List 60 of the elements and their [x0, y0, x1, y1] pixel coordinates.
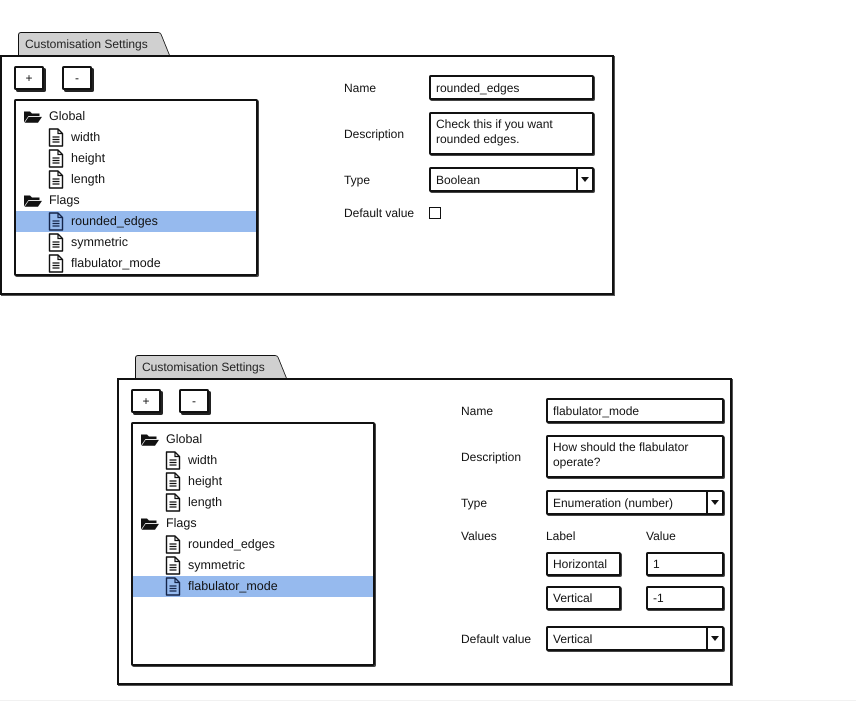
tree-item[interactable]: height: [133, 471, 373, 492]
document-icon: [48, 212, 64, 231]
tree-item[interactable]: flabulator_mode: [16, 253, 256, 274]
checkbox[interactable]: [429, 207, 441, 219]
tree-item[interactable]: width: [16, 127, 256, 148]
tree-item[interactable]: Flags: [133, 513, 373, 534]
document-icon: [165, 556, 181, 575]
tree-item[interactable]: height: [16, 148, 256, 169]
field-label: Description: [344, 126, 406, 142]
document-icon: [48, 233, 64, 252]
tree-item[interactable]: rounded_edges: [16, 211, 256, 232]
field-label: Values: [461, 528, 498, 545]
field-label: Default value: [461, 630, 532, 648]
dropdown[interactable]: Vertical: [546, 626, 724, 651]
tree-item[interactable]: width: [133, 450, 373, 471]
document-icon: [165, 577, 181, 596]
text-field[interactable]: rounded_edges: [429, 75, 594, 100]
field-label: Type: [344, 172, 372, 188]
text-area[interactable]: Check this if you want rounded edges.: [429, 112, 594, 155]
field-label: Default value: [344, 205, 416, 222]
field-label: Description: [461, 448, 522, 466]
column-header: Value: [646, 529, 677, 544]
field-label: Name: [344, 80, 378, 96]
document-icon: [165, 493, 181, 512]
dropdown[interactable]: Enumeration (number): [546, 490, 724, 515]
option-value-field[interactable]: -1: [646, 586, 724, 610]
panel-tab[interactable]: Customisation Settings: [18, 32, 170, 55]
document-icon: [48, 149, 64, 168]
option-label-field[interactable]: Horizontal: [546, 552, 621, 576]
document-icon: [165, 472, 181, 491]
tree-item[interactable]: Global: [16, 106, 256, 127]
tree-item[interactable]: symmetric: [133, 555, 373, 576]
option-label-field[interactable]: Vertical: [546, 586, 621, 610]
tree-item[interactable]: Global: [133, 429, 373, 450]
field-label: Name: [461, 402, 494, 420]
text-area[interactable]: How should the flabulator operate?: [546, 435, 724, 478]
caret-down-icon: [711, 500, 719, 505]
option-value-field[interactable]: 1: [646, 552, 724, 576]
tree-item[interactable]: symmetric: [16, 232, 256, 253]
dropdown[interactable]: Boolean: [429, 167, 594, 192]
field-label: Type: [461, 494, 488, 512]
remove-button[interactable]: -: [179, 389, 209, 413]
tree-item[interactable]: Flags: [16, 190, 256, 211]
document-icon: [48, 170, 64, 189]
panel-tab[interactable]: Customisation Settings: [135, 355, 287, 378]
tree-item[interactable]: rounded_edges: [133, 534, 373, 555]
tree-item[interactable]: length: [16, 169, 256, 190]
remove-button[interactable]: -: [62, 66, 92, 90]
add-button[interactable]: +: [14, 66, 44, 90]
text-field[interactable]: flabulator_mode: [546, 398, 724, 423]
tree-item[interactable]: length: [133, 492, 373, 513]
document-icon: [165, 535, 181, 554]
caret-down-icon: [711, 636, 719, 641]
document-icon: [48, 128, 64, 147]
document-icon: [48, 254, 64, 273]
tree-item[interactable]: flabulator_mode: [133, 576, 373, 597]
document-icon: [165, 451, 181, 470]
add-button[interactable]: +: [131, 389, 161, 413]
column-header: Label: [546, 529, 576, 544]
caret-down-icon: [581, 177, 589, 182]
